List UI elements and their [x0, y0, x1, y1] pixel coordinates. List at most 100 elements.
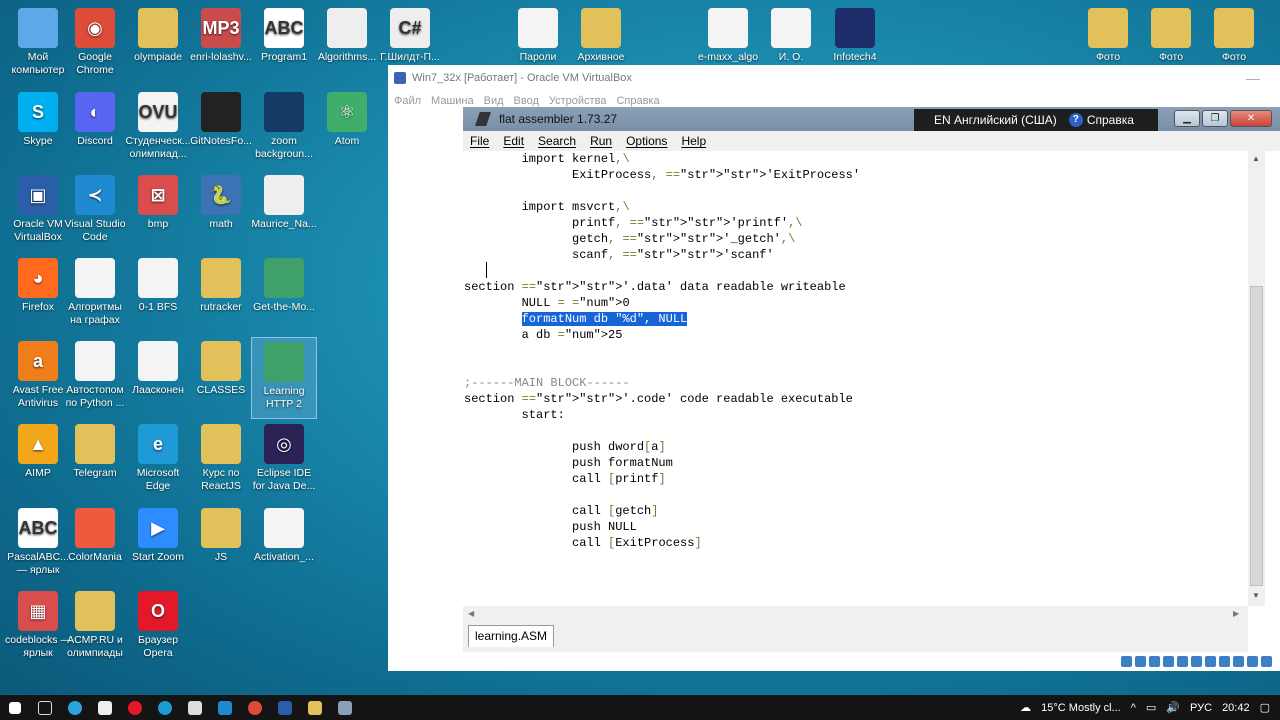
desktop-icon[interactable]: ◐ Discord: [62, 88, 128, 170]
notifications-icon[interactable]: ▢: [1260, 701, 1270, 714]
desktop-icon[interactable]: Курс по ReactJS: [188, 420, 254, 502]
desktop-icon[interactable]: ColorMania: [62, 504, 128, 586]
code-line[interactable]: push formatNum: [464, 455, 673, 471]
minimize-icon[interactable]: —: [1246, 70, 1260, 86]
code-line[interactable]: printf, =="str">"str">'printf',\: [464, 215, 802, 231]
optical-drive-icon[interactable]: [1135, 655, 1146, 667]
scroll-thumb[interactable]: [1250, 286, 1263, 586]
desktop-icon[interactable]: Лаасконен: [125, 337, 191, 419]
language-indicator[interactable]: EN Английский (США): [934, 113, 1057, 127]
desktop-icon[interactable]: ⚛ Atom: [314, 88, 380, 170]
desktop-icon[interactable]: ≺ Visual Studio Code: [62, 171, 128, 253]
taskbar-telegram[interactable]: [60, 695, 90, 720]
code-line[interactable]: import kernel,\: [464, 151, 630, 167]
desktop-icon[interactable]: Get-the-Mo...: [251, 254, 317, 336]
language-indicator[interactable]: РУС: [1190, 702, 1212, 714]
guest-screen[interactable]: flat assembler 1.73.27 EN Английский (СШ…: [463, 107, 1280, 652]
desktop-icon[interactable]: Автостопом по Python ...: [62, 337, 128, 419]
desktop-icon[interactable]: O Браузер Opera: [125, 587, 191, 669]
desktop-icon[interactable]: JS: [188, 504, 254, 586]
shared-folder-icon[interactable]: [1191, 655, 1202, 667]
tray-chevron-icon[interactable]: ^: [1131, 702, 1136, 714]
desktop-icon[interactable]: rutracker: [188, 254, 254, 336]
code-editor[interactable]: import kernel,\ ExitProcess, =="str">"st…: [463, 151, 1248, 606]
code-line[interactable]: import msvcrt,\: [464, 199, 630, 215]
desktop-icon[interactable]: Algorithms...: [314, 4, 380, 86]
vm-menu-help[interactable]: Справка: [616, 95, 659, 107]
desktop-icon[interactable]: Алгоритмы на графах: [62, 254, 128, 336]
virtualbox-window[interactable]: Win7_32x [Работает] - Oracle VM VirtualB…: [388, 65, 1280, 671]
taskbar-calculator[interactable]: [180, 695, 210, 720]
weather-icon[interactable]: ☁: [1020, 701, 1031, 714]
scroll-right-icon[interactable]: ▶: [1233, 609, 1239, 618]
taskbar-edge[interactable]: [150, 695, 180, 720]
tab-learning-asm[interactable]: learning.ASM: [468, 625, 555, 647]
selected-text[interactable]: formatNum db "%d", NULL: [521, 312, 688, 326]
desktop-icon[interactable]: ◉ Google Chrome: [62, 4, 128, 86]
fasm-minimize-button[interactable]: ▁: [1174, 110, 1200, 127]
code-line[interactable]: ;------MAIN BLOCK------: [464, 375, 630, 391]
host-key-icon[interactable]: [1261, 655, 1272, 667]
taskbar-explorer[interactable]: [300, 695, 330, 720]
language-bar[interactable]: EN Английский (США) ? Справка: [914, 109, 1158, 131]
code-line[interactable]: section =="str">"str">'.data' data reada…: [464, 279, 846, 295]
desktop-icon[interactable]: CLASSES: [188, 337, 254, 419]
menu-options[interactable]: Options: [626, 134, 667, 148]
vm-menu-view[interactable]: Вид: [484, 95, 504, 107]
desktop-icon[interactable]: Maurice_Na...: [251, 171, 317, 253]
code-line[interactable]: call [printf]: [464, 471, 666, 487]
desktop-icon[interactable]: ◎ Eclipse IDE for Java De...: [251, 420, 317, 502]
desktop-icon[interactable]: 🐍 math: [188, 171, 254, 253]
desktop-icon[interactable]: ACMP.RU и олимпиады: [62, 587, 128, 669]
code-line[interactable]: scanf, =="str">"str">'scanf': [464, 247, 774, 263]
desktop-icon[interactable]: MP3 enri-lolashv...: [188, 4, 254, 86]
desktop-icon[interactable]: e Microsoft Edge: [125, 420, 191, 502]
desktop-icon[interactable]: Learning HTTP 2: [251, 337, 317, 419]
taskbar-files[interactable]: [90, 695, 120, 720]
vm-menu-input[interactable]: Ввод: [514, 95, 539, 107]
horizontal-scrollbar[interactable]: ◀ ▶: [463, 606, 1248, 622]
taskbar-vscode[interactable]: [210, 695, 240, 720]
desktop-icon[interactable]: OVU Студенческ... олимпиад...: [125, 88, 191, 170]
menu-file[interactable]: File: [470, 134, 489, 148]
code-line[interactable]: push NULL: [464, 519, 637, 535]
desktop-icon[interactable]: Activation_...: [251, 504, 317, 586]
network-icon[interactable]: [1163, 655, 1174, 667]
code-line[interactable]: push dword[a]: [464, 439, 666, 455]
code-line[interactable]: start:: [464, 407, 565, 423]
desktop-icon[interactable]: olympiade: [125, 4, 191, 86]
code-line[interactable]: getch, =="str">"str">'_getch',\: [464, 231, 795, 247]
menu-run[interactable]: Run: [590, 134, 612, 148]
desktop-icon[interactable]: zoom backgroun...: [251, 88, 317, 170]
language-help[interactable]: ? Справка: [1068, 113, 1134, 127]
network-icon[interactable]: ▭: [1146, 701, 1156, 714]
desktop-icon[interactable]: ▶ Start Zoom: [125, 504, 191, 586]
recording-icon[interactable]: [1219, 655, 1230, 667]
code-line[interactable]: call [ExitProcess]: [464, 535, 702, 551]
fasm-maximize-button[interactable]: ❐: [1202, 110, 1228, 127]
start-button[interactable]: [0, 695, 30, 720]
display-icon[interactable]: [1205, 655, 1216, 667]
scroll-down-icon[interactable]: ▼: [1252, 591, 1260, 600]
code-line[interactable]: section =="str">"str">'.code' code reada…: [464, 391, 853, 407]
vm-menu-devices[interactable]: Устройства: [549, 95, 607, 107]
desktop-icon[interactable]: 0-1 BFS: [125, 254, 191, 336]
desktop-icon[interactable]: Telegram: [62, 420, 128, 502]
fasm-title-bar[interactable]: flat assembler 1.73.27 EN Английский (СШ…: [463, 107, 1280, 131]
desktop-icon[interactable]: GitNotesFo...: [188, 88, 254, 170]
usb-icon[interactable]: [1177, 655, 1188, 667]
clock[interactable]: 20:42: [1222, 702, 1250, 714]
desktop-icon[interactable]: ABC Program1: [251, 4, 317, 86]
taskbar-chrome[interactable]: [240, 695, 270, 720]
fasm-close-button[interactable]: ✕: [1230, 110, 1272, 127]
menu-search[interactable]: Search: [538, 134, 576, 148]
audio-icon[interactable]: [1149, 655, 1160, 667]
scroll-up-icon[interactable]: ▲: [1252, 154, 1260, 163]
weather-text[interactable]: 15°C Mostly cl...: [1041, 702, 1121, 714]
taskbar-fasm[interactable]: [330, 695, 360, 720]
cpu-icon[interactable]: [1233, 655, 1244, 667]
mouse-integration-icon[interactable]: [1247, 655, 1258, 667]
code-line[interactable]: NULL = ="num">0: [464, 295, 630, 311]
taskbar-opera[interactable]: [120, 695, 150, 720]
task-view-button[interactable]: [30, 695, 60, 720]
